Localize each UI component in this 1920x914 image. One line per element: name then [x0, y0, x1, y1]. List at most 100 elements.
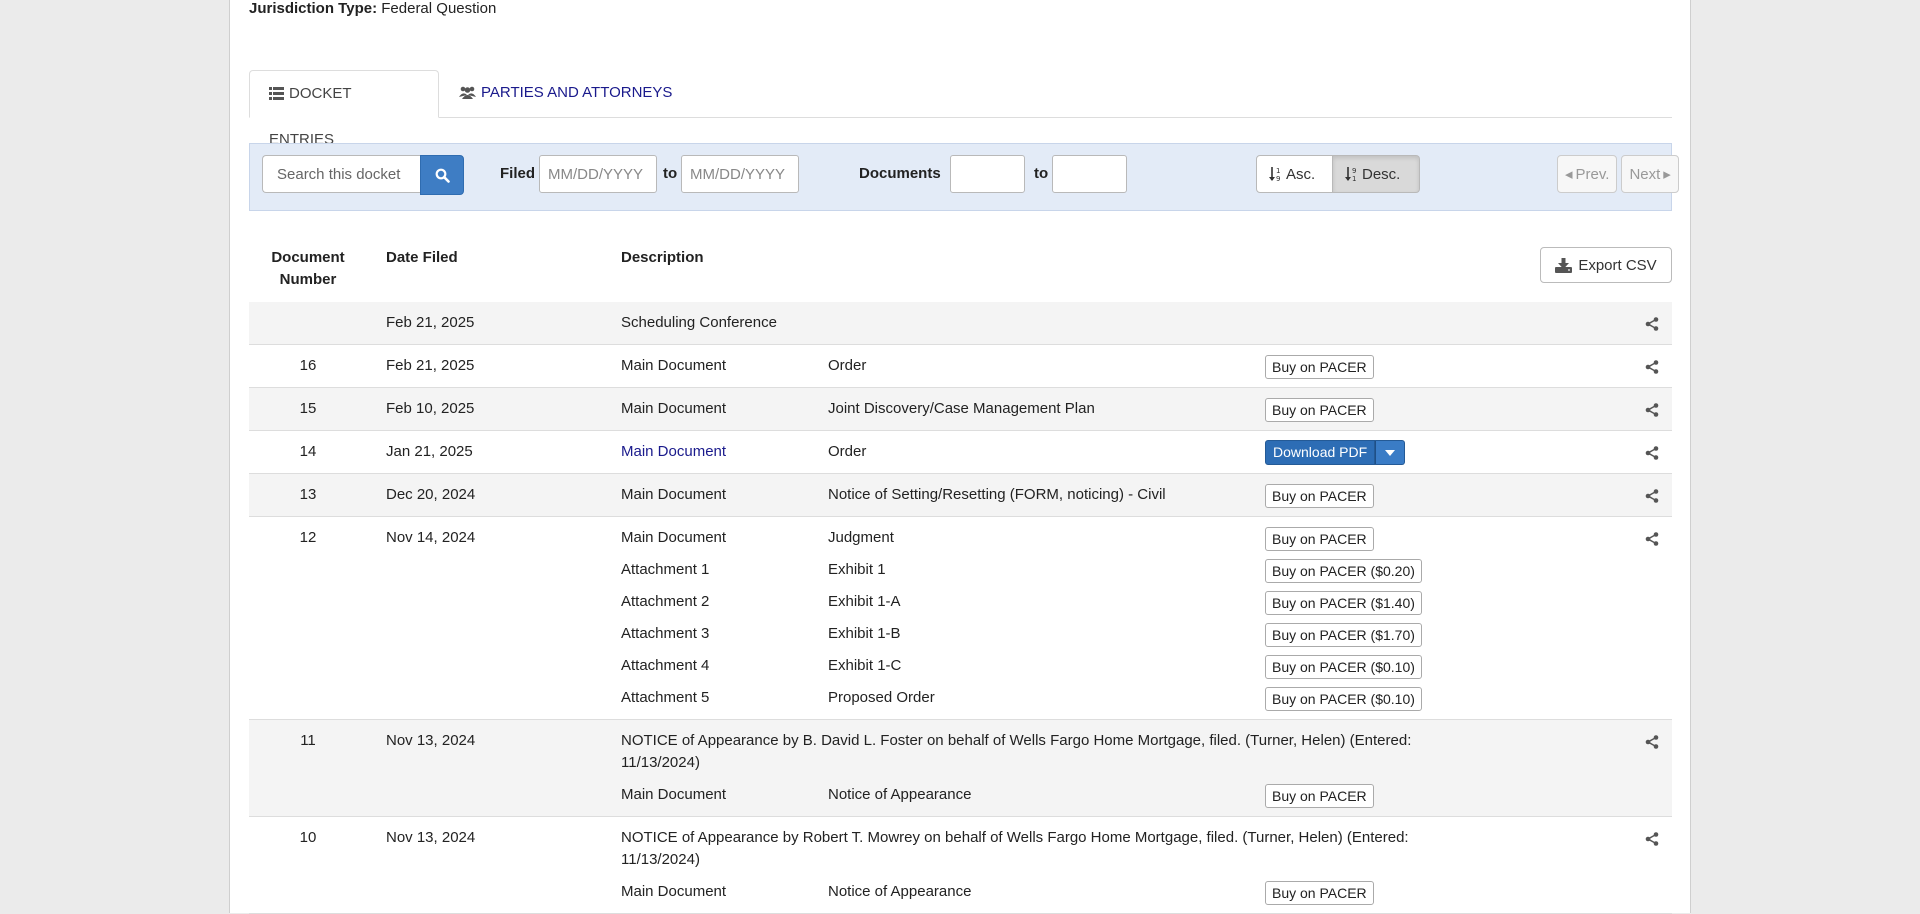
doc-number: 16	[299, 357, 317, 374]
share-icon[interactable]	[1645, 488, 1659, 510]
attachment-title: Exhibit 1-B	[828, 625, 901, 642]
sort-asc-icon: 19	[1269, 167, 1280, 182]
date-filed: Nov 13, 2024	[386, 732, 476, 749]
document-type: Main Document	[621, 486, 727, 503]
buy-attachment-button[interactable]: Buy on PACER ($1.40)	[1265, 591, 1422, 615]
tab-parties-attorneys[interactable]: PARTIES AND ATTORNEYS	[440, 70, 691, 116]
share-icon[interactable]	[1645, 359, 1659, 381]
svg-text:1: 1	[1352, 175, 1356, 182]
entry-description-line2: 11/13/2024)	[621, 754, 700, 771]
entry-description: NOTICE of Appearance by Robert T. Mowrey…	[621, 827, 1421, 871]
buy-on-pacer-button[interactable]: Buy on PACER	[1265, 484, 1374, 508]
buy-attachment-button[interactable]: Buy on PACER ($1.70)	[1265, 623, 1422, 647]
next-label: Next	[1629, 165, 1661, 183]
next-button[interactable]: Next ▸	[1621, 155, 1679, 193]
prev-button[interactable]: ◂ Prev.	[1557, 155, 1618, 193]
buy-attachment-button[interactable]: Buy on PACER ($0.10)	[1265, 655, 1422, 679]
table-row: 14 Jan 21, 2025 Main Document Order Down…	[249, 431, 1672, 474]
documents-to-label: to	[1034, 165, 1049, 182]
users-icon	[459, 86, 476, 99]
document-type: Main Document	[621, 357, 727, 374]
documents-label: Documents	[859, 165, 941, 182]
table-row: Feb 21, 2025 Scheduling Conference	[249, 302, 1672, 345]
main-document-link[interactable]: Main Document	[621, 441, 726, 463]
date-filed: Jan 21, 2025	[386, 443, 473, 460]
search-button[interactable]	[420, 155, 464, 195]
jurisdiction-label: Jurisdiction Type:	[249, 0, 378, 17]
document-title: Notice of Appearance	[828, 786, 972, 803]
tab-docket-entries[interactable]: DOCKET ENTRIES	[249, 70, 439, 148]
document-title: Notice of Setting/Resetting (FORM, notic…	[828, 486, 1166, 503]
attachment-label: Attachment 2	[621, 593, 710, 610]
documents-from-input[interactable]	[950, 155, 1025, 193]
share-icon[interactable]	[1645, 831, 1659, 853]
col-document-number: Document Number	[249, 247, 367, 291]
entry-description: Scheduling Conference	[621, 314, 777, 331]
table-row: 12 Nov 14, 2024 Main Document Judgment B…	[249, 517, 1672, 720]
document-title: Judgment	[828, 529, 894, 546]
col-number-line1: Document	[271, 249, 345, 266]
attachment-label: Attachment 4	[621, 657, 710, 674]
doc-number: 11	[300, 732, 316, 749]
document-title: Notice of Appearance	[828, 883, 972, 900]
filed-label: Filed	[500, 165, 536, 182]
entry-description-line1: NOTICE of Appearance by B. David L. Fost…	[621, 732, 1412, 749]
docket-rows: Feb 21, 2025 Scheduling Conference 16 Fe…	[249, 302, 1672, 914]
attachment-label: Attachment 5	[621, 689, 710, 706]
table-row: 11 Nov 13, 2024 NOTICE of Appearance by …	[249, 720, 1672, 817]
svg-text:1: 1	[1276, 167, 1280, 175]
tab-bar: DOCKET ENTRIES PARTIES AND ATTORNEYS	[249, 70, 1672, 148]
buy-attachment-button[interactable]: Buy on PACER ($0.20)	[1265, 559, 1422, 583]
svg-text:9: 9	[1352, 167, 1356, 175]
buy-on-pacer-button[interactable]: Buy on PACER	[1265, 881, 1374, 905]
download-pdf-button[interactable]: Download PDF	[1265, 440, 1376, 465]
filed-to-label: to	[663, 165, 678, 182]
attachment-title: Exhibit 1-C	[828, 657, 902, 674]
export-csv-label: Export CSV	[1578, 256, 1657, 274]
caret-down-icon	[1385, 449, 1396, 456]
document-title: Joint Discovery/Case Management Plan	[828, 400, 1095, 417]
document-title: Order	[828, 443, 867, 460]
download-options-dropdown[interactable]	[1375, 440, 1406, 465]
share-icon[interactable]	[1645, 316, 1659, 338]
sort-asc-label: Asc.	[1286, 165, 1316, 183]
caret-left-icon: ◂	[1565, 166, 1573, 183]
svg-text:9: 9	[1276, 175, 1280, 182]
share-icon[interactable]	[1645, 734, 1659, 756]
document-title: Order	[828, 357, 867, 374]
date-filed: Feb 10, 2025	[386, 400, 475, 417]
export-csv-button[interactable]: Export CSV	[1540, 247, 1672, 283]
doc-number: 12	[299, 529, 317, 546]
share-icon[interactable]	[1645, 445, 1659, 467]
tab-parties-label: PARTIES AND ATTORNEYS	[481, 84, 673, 101]
doc-number: 13	[299, 486, 317, 503]
table-row: 16 Feb 21, 2025 Main Document Order Buy …	[249, 345, 1672, 388]
sort-desc-button[interactable]: 91 Desc.	[1333, 155, 1420, 193]
list-icon	[269, 87, 284, 100]
sort-desc-label: Desc.	[1362, 165, 1401, 183]
attachment-label: Attachment 1	[621, 561, 710, 578]
share-icon[interactable]	[1645, 531, 1659, 553]
date-filed: Feb 21, 2025	[386, 314, 475, 331]
sort-asc-button[interactable]: 19 Asc.	[1256, 155, 1333, 193]
buy-on-pacer-button[interactable]: Buy on PACER	[1265, 527, 1374, 551]
share-icon[interactable]	[1645, 402, 1659, 424]
buy-on-pacer-button[interactable]: Buy on PACER	[1265, 398, 1374, 422]
documents-to-input[interactable]	[1052, 155, 1127, 193]
sort-group: 19 Asc. 91 Desc.	[1256, 155, 1420, 193]
filed-from-input[interactable]	[539, 155, 657, 193]
prev-label: Prev.	[1575, 165, 1610, 183]
buy-on-pacer-button[interactable]: Buy on PACER	[1265, 784, 1374, 808]
buy-attachment-button[interactable]: Buy on PACER ($0.10)	[1265, 687, 1422, 711]
filed-to-input[interactable]	[681, 155, 799, 193]
entry-description-line2: 11/13/2024)	[621, 851, 700, 868]
table-header: Document Number Date Filed Description E…	[249, 230, 1672, 303]
doc-number: 14	[299, 443, 317, 460]
search-input[interactable]	[262, 155, 420, 193]
date-filed: Nov 13, 2024	[386, 829, 476, 846]
caret-right-icon: ▸	[1663, 166, 1671, 183]
buy-on-pacer-button[interactable]: Buy on PACER	[1265, 355, 1374, 379]
jurisdiction-info: Jurisdiction Type: Federal Question	[249, 0, 496, 17]
document-type: Main Document	[621, 883, 727, 900]
entry-description: NOTICE of Appearance by B. David L. Fost…	[621, 730, 1421, 774]
